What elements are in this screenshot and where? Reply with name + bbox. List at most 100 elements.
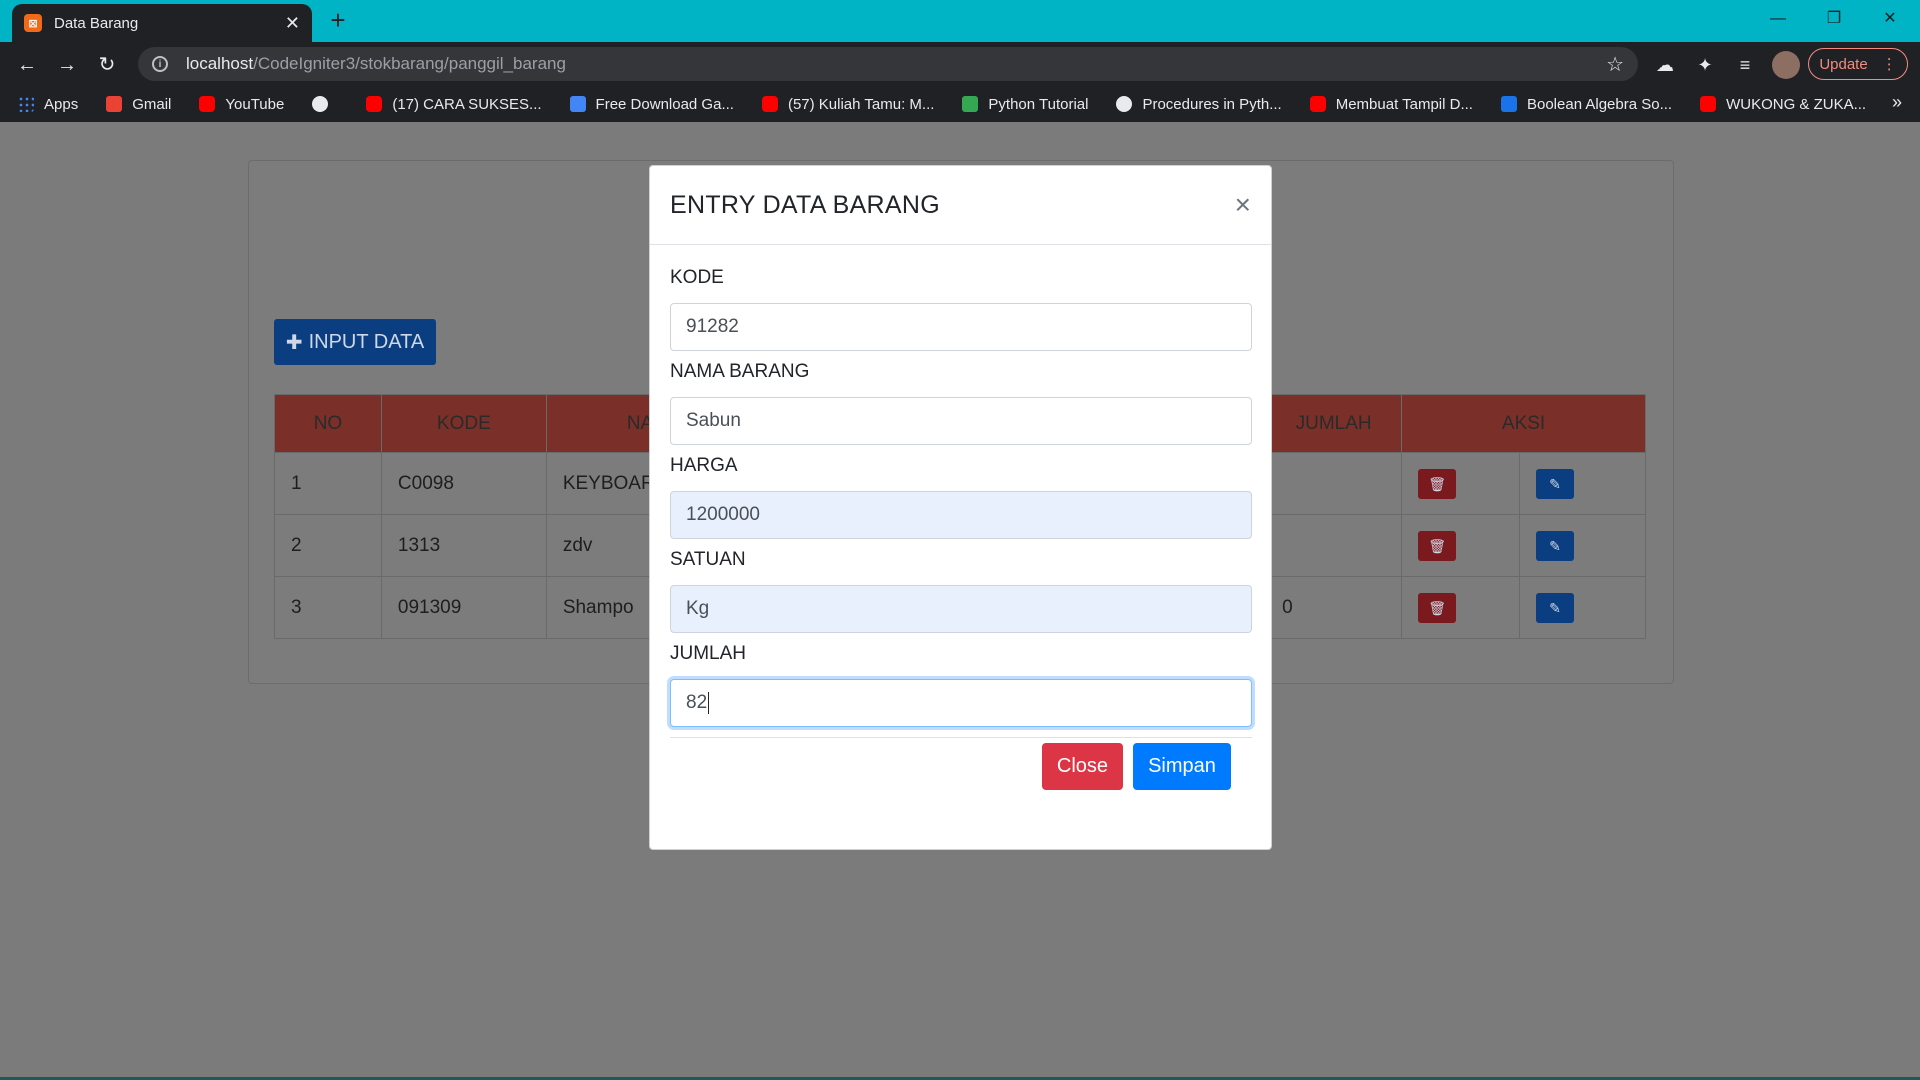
- col-aksi: AKSI: [1401, 394, 1646, 453]
- window-close-icon[interactable]: ✕: [1870, 4, 1910, 34]
- youtube-icon: [1309, 96, 1326, 112]
- satuan-value: Kg: [686, 598, 710, 619]
- trash-icon[interactable]: 🗑: [1418, 592, 1457, 623]
- forward-icon[interactable]: →: [52, 50, 82, 80]
- cell-jumlah: [1265, 514, 1403, 577]
- bookmark-procedures[interactable]: Procedures in Pyth...: [1116, 95, 1282, 113]
- bookmark-boolean-algebra[interactable]: Boolean Algebra So...: [1500, 95, 1673, 113]
- nama-barang-input[interactable]: Sabun: [670, 397, 1252, 445]
- bookmark-star-icon[interactable]: ☆: [1606, 52, 1624, 77]
- extension-icon[interactable]: ☁: [1652, 52, 1678, 78]
- bookmark-label: Python Tutorial: [988, 95, 1089, 113]
- modal-body: KODE 91282 NAMA BARANG Sabun HARGA 12000…: [650, 245, 1271, 738]
- trash-icon[interactable]: 🗑: [1418, 530, 1457, 561]
- cell-delete: 🗑: [1401, 514, 1521, 577]
- cell-jumlah: [1265, 452, 1403, 515]
- edit-icon[interactable]: ✎: [1536, 468, 1575, 499]
- bookmark-label: Gmail: [132, 95, 172, 113]
- kode-value: 91282: [686, 316, 739, 337]
- globe-icon: [1116, 96, 1133, 112]
- bookmark-label: Free Download Ga...: [595, 95, 734, 113]
- col-no: NO: [274, 394, 382, 453]
- gmail-icon: [106, 96, 123, 112]
- info-icon[interactable]: i: [152, 56, 168, 72]
- edit-icon[interactable]: ✎: [1536, 530, 1575, 561]
- media-queue-icon[interactable]: ≡: [1732, 52, 1758, 78]
- bookmark-label: Boolean Algebra So...: [1526, 95, 1673, 113]
- modal-title: ENTRY DATA BARANG: [670, 190, 940, 219]
- minimize-icon[interactable]: —: [1758, 4, 1798, 34]
- jumlah-input[interactable]: 82: [670, 679, 1252, 727]
- trash-icon[interactable]: 🗑: [1418, 468, 1457, 499]
- b-icon: [1500, 96, 1517, 112]
- satuan-label: SATUAN: [670, 549, 746, 570]
- bookmark-apps[interactable]: Apps: [18, 96, 78, 113]
- youtube-icon: [1700, 96, 1717, 112]
- bookmarks-bar: Apps Gmail YouTube (17) CARA SUKSES... F…: [0, 86, 1920, 122]
- cell-no: 1: [274, 452, 382, 515]
- cell-kode: 1313: [380, 514, 547, 577]
- apps-icon: [18, 96, 34, 112]
- bookmark-label: YouTube: [225, 95, 285, 113]
- cell-delete: 🗑: [1401, 576, 1521, 639]
- modal-footer: Close Simpan: [650, 743, 1271, 790]
- simpan-button[interactable]: Simpan: [1133, 743, 1231, 790]
- col-jumlah: JUMLAH: [1265, 394, 1403, 453]
- cell-no: 2: [274, 514, 382, 577]
- url-path: /CodeIgniter3/stokbarang/panggil_barang: [253, 54, 566, 73]
- cell-kode: 091309: [380, 576, 547, 639]
- plus-icon: ✚: [285, 331, 303, 354]
- cell-edit: ✎: [1519, 576, 1646, 639]
- satuan-input[interactable]: Kg: [670, 585, 1252, 633]
- harga-label: HARGA: [670, 455, 738, 476]
- tab-title: Data Barang: [54, 14, 139, 32]
- back-icon[interactable]: ←: [12, 50, 42, 80]
- restore-icon[interactable]: ❐: [1814, 4, 1854, 34]
- bookmark-youtube[interactable]: YouTube: [199, 96, 284, 113]
- bookmark-globe[interactable]: [312, 96, 338, 112]
- bookmark-label: Membuat Tampil D...: [1335, 95, 1473, 113]
- bookmark-label: Apps: [44, 95, 79, 113]
- modal-close-icon[interactable]: ×: [1235, 191, 1251, 219]
- edit-icon[interactable]: ✎: [1536, 592, 1575, 623]
- nama-barang-label: NAMA BARANG: [670, 361, 810, 382]
- bookmark-label: (57) Kuliah Tamu: M...: [787, 95, 935, 113]
- col-kode: KODE: [380, 394, 547, 453]
- bookmark-membuat-tampil[interactable]: Membuat Tampil D...: [1309, 95, 1473, 113]
- bookmark-label: Procedures in Pyth...: [1142, 95, 1282, 113]
- bookmark-cara-sukses[interactable]: (17) CARA SUKSES...: [366, 96, 542, 113]
- modal-divider: [670, 737, 1252, 738]
- kode-label: KODE: [670, 267, 724, 288]
- bookmark-wukong[interactable]: WUKONG & ZUKA...: [1700, 96, 1866, 113]
- bookmark-free-download[interactable]: Free Download Ga...: [569, 95, 734, 113]
- browser-tabstrip: ⊠ Data Barang ✕ + — ❐ ✕: [0, 0, 1920, 42]
- bookmark-kuliah-tamu[interactable]: (57) Kuliah Tamu: M...: [761, 95, 935, 113]
- more-vert-icon: ⋮: [1881, 56, 1897, 73]
- update-button[interactable]: Update ⋮: [1808, 48, 1908, 80]
- address-bar[interactable]: i localhost/CodeIgniter3/stokbarang/pang…: [138, 47, 1638, 81]
- new-tab-icon[interactable]: +: [324, 6, 352, 34]
- cell-no: 3: [274, 576, 382, 639]
- jumlah-label: JUMLAH: [670, 643, 747, 664]
- browser-toolbar: ← → ↻ i localhost/CodeIgniter3/stokbaran…: [0, 42, 1920, 86]
- bookmark-label: WUKONG & ZUKA...: [1726, 95, 1867, 113]
- cell-kode: C0098: [380, 452, 547, 515]
- puzzle-icon[interactable]: ✦: [1692, 52, 1718, 78]
- modal-header: ENTRY DATA BARANG ×: [650, 166, 1271, 245]
- tab-data-barang[interactable]: ⊠ Data Barang ✕: [12, 4, 312, 42]
- close-button[interactable]: Close: [1042, 743, 1123, 790]
- globe-icon: [312, 96, 329, 112]
- reload-icon[interactable]: ↻: [92, 50, 122, 80]
- harga-input[interactable]: 1200000: [670, 491, 1252, 539]
- bookmark-python-tutorial[interactable]: Python Tutorial: [962, 96, 1088, 113]
- update-label: Update: [1819, 55, 1868, 73]
- bookmark-gmail[interactable]: Gmail: [106, 96, 171, 113]
- profile-avatar[interactable]: [1772, 51, 1800, 79]
- harga-value: 1200000: [686, 504, 760, 525]
- input-data-button[interactable]: ✚ INPUT DATA: [274, 319, 436, 365]
- xampp-favicon-icon: ⊠: [24, 14, 42, 32]
- bookmarks-more-icon[interactable]: »: [1892, 92, 1902, 113]
- kode-input[interactable]: 91282: [670, 303, 1252, 351]
- cell-edit: ✎: [1519, 452, 1646, 515]
- tab-close-icon[interactable]: ✕: [285, 13, 300, 34]
